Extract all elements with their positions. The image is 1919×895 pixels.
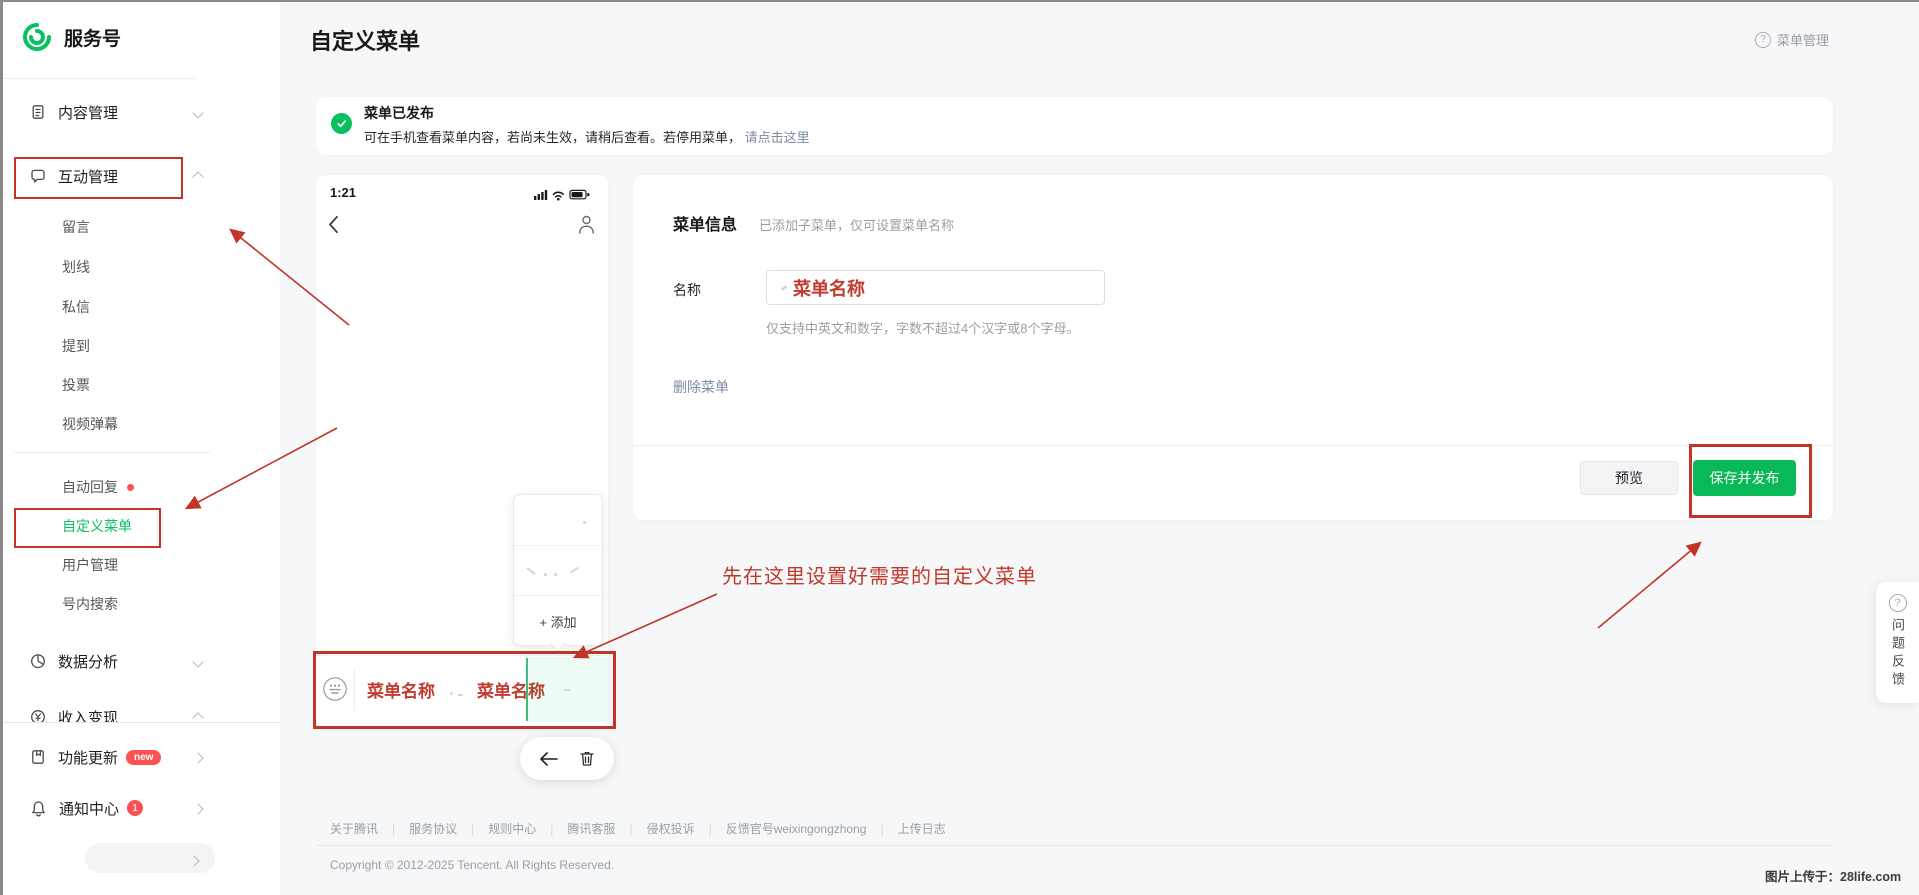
sidebar-item-notifications[interactable]: 通知中心 1 xyxy=(30,797,230,819)
sidebar-subitem-underline[interactable]: 划线 xyxy=(62,256,90,278)
footer-link-rules[interactable]: 规则中心 xyxy=(488,820,567,837)
document-icon xyxy=(30,104,46,120)
sidebar-sub-divider xyxy=(14,452,210,453)
section-note: 已添加子菜单，仅可设置菜单名称 xyxy=(759,218,955,233)
chevron-right-icon xyxy=(192,749,204,765)
menu-edit-toolbar xyxy=(520,737,614,780)
footer-link-upload-log[interactable]: 上传日志 xyxy=(898,820,946,837)
footer-link-complaint[interactable]: 侵权投诉 xyxy=(647,820,726,837)
cursor-artifact xyxy=(781,285,787,290)
annotation-box-interact xyxy=(14,157,183,199)
chevron-up-icon xyxy=(192,168,204,184)
wifi-icon xyxy=(552,191,564,198)
preview-button[interactable]: 预览 xyxy=(1580,461,1678,495)
app-root: 服务号 内容管理 互动管理 留言 划线 私信 提到 投票 视频弹幕 自动回复 自… xyxy=(0,0,1919,895)
success-check-icon xyxy=(331,113,352,134)
annotation-box-save-button xyxy=(1689,444,1812,518)
question-icon xyxy=(1755,31,1771,48)
phone-status-icons xyxy=(534,188,592,201)
battery-icon xyxy=(569,189,590,200)
footer-divider xyxy=(316,845,1833,846)
name-helper-text: 仅支持中英文和数字，字数不超过4个汉字或8个字母。 xyxy=(766,321,1080,336)
annotation-box-custom-menu xyxy=(14,508,161,548)
sidebar-subitem-mentions[interactable]: 提到 xyxy=(62,335,90,357)
watermark-text: 图片上传于：28life.com xyxy=(1765,870,1902,884)
sidebar-subitem-autoreply[interactable]: 自动回复 xyxy=(62,476,134,498)
sidebar-divider xyxy=(0,78,195,79)
menu-management-help[interactable]: 菜单管理 xyxy=(1755,30,1829,49)
sidebar-item-label: 通知中心 xyxy=(59,800,120,818)
notice-title: 菜单已发布 xyxy=(364,105,434,121)
chevron-right-icon[interactable] xyxy=(188,852,200,868)
annotation-box-menu-bar xyxy=(313,651,616,729)
pie-chart-icon xyxy=(30,653,46,669)
chevron-down-icon xyxy=(192,104,204,120)
published-notice-banner xyxy=(316,97,1833,155)
notice-body-text: 可在手机查看菜单内容，若尚未生效，请稍后查看。若停用菜单， xyxy=(364,130,742,145)
panel-divider xyxy=(633,445,1833,446)
name-label: 名称 xyxy=(673,282,701,298)
feedback-float-button[interactable]: 问题反馈 xyxy=(1876,582,1919,703)
help-label: 菜单管理 xyxy=(1777,33,1830,48)
book-icon xyxy=(30,749,46,765)
annotation-tip-text: 先在这里设置好需要的自定义菜单 xyxy=(722,566,1037,588)
sidebar-subitem-account-search[interactable]: 号内搜索 xyxy=(62,593,118,615)
question-icon xyxy=(1888,594,1907,612)
popup-row-redacted[interactable] xyxy=(514,545,602,596)
chevron-right-icon xyxy=(192,800,204,816)
section-title: 菜单信息 xyxy=(673,217,738,234)
phone-time: 1:21 xyxy=(330,185,357,200)
trash-icon[interactable] xyxy=(579,750,595,767)
back-arrow-icon[interactable] xyxy=(539,751,559,766)
copyright-text: Copyright © 2012-2025 Tencent. All Right… xyxy=(330,858,615,872)
sidebar-item-label: 自动回复 xyxy=(62,479,118,495)
sidebar-item-analytics[interactable]: 数据分析 xyxy=(30,650,230,672)
back-chevron-icon[interactable] xyxy=(328,215,339,234)
arrow-to-save-button xyxy=(1597,541,1702,629)
sidebar-subitem-user-management[interactable]: 用户管理 xyxy=(62,554,118,576)
notice-body: 可在手机查看菜单内容，若尚未生效，请稍后查看。若停用菜单， 请点击这里 xyxy=(364,127,810,146)
logo-title: 服务号 xyxy=(64,28,122,50)
footer-link-support[interactable]: 腾讯客服 xyxy=(567,820,646,837)
sidebar-subitem-votes[interactable]: 投票 xyxy=(62,374,90,396)
chevron-down-icon xyxy=(192,653,204,669)
brand-swirl-icon xyxy=(22,22,52,52)
window-left-edge xyxy=(0,0,3,895)
sidebar-subitem-messages[interactable]: 留言 xyxy=(62,216,90,238)
sidebar-subitem-dm[interactable]: 私信 xyxy=(62,296,90,318)
feedback-label: 问题反馈 xyxy=(1890,618,1905,690)
sidebar-item-label: 功能更新 xyxy=(58,749,119,767)
sidebar-subitem-danmu[interactable]: 视频弹幕 xyxy=(62,413,118,435)
menu-info-panel: 菜单信息 已添加子菜单，仅可设置菜单名称 名称 菜单名称 仅支持中英文和数字，字… xyxy=(633,175,1833,520)
footer-links: 关于腾讯 服务协议 规则中心 腾讯客服 侵权投诉 反馈官号weixingongz… xyxy=(330,820,946,837)
footer-link-terms[interactable]: 服务协议 xyxy=(409,820,488,837)
menu-name-value: 菜单名称 xyxy=(793,278,865,299)
contact-person-icon[interactable] xyxy=(577,214,596,235)
logo: 服务号 xyxy=(22,22,121,52)
window-top-edge xyxy=(0,0,1919,2)
popup-row-redacted[interactable] xyxy=(514,495,602,545)
notification-count-badge: 1 xyxy=(127,800,144,816)
menu-item-popup: + 添加 xyxy=(513,494,603,646)
footer-link-feedback-account[interactable]: 反馈官号weixingongzhong xyxy=(726,820,898,837)
sidebar: 服务号 内容管理 互动管理 留言 划线 私信 提到 投票 视频弹幕 自动回复 自… xyxy=(0,0,280,895)
red-dot-badge xyxy=(127,483,134,491)
disable-menu-link[interactable]: 请点击这里 xyxy=(745,130,810,145)
delete-menu-link[interactable]: 删除菜单 xyxy=(673,377,729,397)
sidebar-item-label: 内容管理 xyxy=(58,104,119,122)
sidebar-item-label: 数据分析 xyxy=(58,653,119,671)
sidebar-item-content[interactable]: 内容管理 xyxy=(30,101,230,123)
signal-icon xyxy=(534,190,548,200)
new-badge: new xyxy=(126,749,162,765)
sidebar-item-feature-updates[interactable]: 功能更新 new xyxy=(30,746,230,768)
footer-link-about[interactable]: 关于腾讯 xyxy=(330,820,409,837)
page-title: 自定义菜单 xyxy=(310,29,421,54)
bell-icon xyxy=(30,800,47,817)
menu-name-input[interactable]: 菜单名称 xyxy=(766,270,1105,305)
